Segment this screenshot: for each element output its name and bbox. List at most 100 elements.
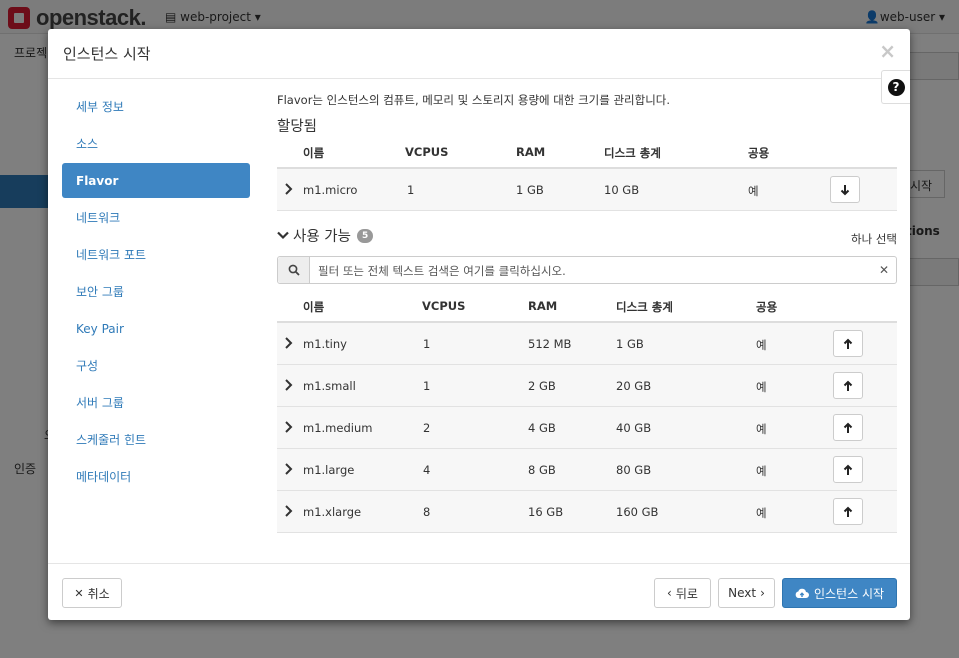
clear-search-icon[interactable]: ✕ [879, 263, 889, 277]
flavor-public: 예 [748, 184, 759, 198]
launch-instance-button[interactable]: 인스턴스 시작 [782, 578, 897, 608]
available-title: 사용 가능 [293, 229, 351, 245]
arrow-up-icon [843, 464, 853, 475]
arrow-up-icon [843, 422, 853, 433]
flavor-disk: 10 GB [604, 183, 640, 197]
column-public: 공용 [748, 146, 770, 160]
flavor-name: m1.large [303, 463, 355, 477]
wizard-step-metadata[interactable]: 메타데이터 [62, 459, 250, 494]
table-row: m1.xlarge 8 16 GB 160 GB 예 [277, 491, 897, 533]
flavor-vcpus: 2 [423, 421, 431, 435]
allocate-button[interactable] [833, 498, 863, 525]
wizard-step-label: Flavor [76, 173, 119, 188]
flavor-name: m1.tiny [303, 337, 347, 351]
cancel-button[interactable]: ✕ 취소 [62, 578, 122, 608]
chevron-right-icon[interactable] [285, 421, 293, 433]
launch-instance-modal: 인스턴스 시작 × ? 세부 정보 소스 Flavor 네트워크 네트워크 포트… [48, 29, 910, 620]
table-row: m1.small 1 2 GB 20 GB 예 [277, 365, 897, 407]
modal-footer: ✕ 취소 ‹ 뒤로 Next › 인스턴스 시작 [48, 563, 910, 620]
column-disk: 디스크 총계 [604, 146, 661, 160]
chevron-right-icon: › [760, 586, 765, 600]
search-input[interactable]: 필터 또는 전체 텍스트 검색은 여기를 클릭하십시오. ✕ [277, 256, 897, 284]
flavor-public: 예 [756, 506, 767, 520]
available-table-header: 이름 VCPUS RAM 디스크 총계 공용 [277, 293, 897, 323]
wizard-step-flavor[interactable]: Flavor [62, 163, 250, 198]
column-ram: RAM [516, 145, 546, 159]
allocate-button[interactable] [833, 372, 863, 399]
wizard-step-source[interactable]: 소스 [62, 126, 250, 161]
flavor-disk: 1 GB [616, 337, 644, 351]
column-vcpus: VCPUS [405, 145, 449, 159]
wizard-step-scheduler-hints[interactable]: 스케줄러 힌트 [62, 422, 250, 457]
flavor-ram: 1 GB [516, 183, 544, 197]
select-one-hint: 하나 선택 [851, 232, 897, 246]
allocate-button[interactable] [833, 414, 863, 441]
wizard-step-label: 네트워크 포트 [76, 248, 147, 262]
flavor-name: m1.xlarge [303, 505, 362, 519]
help-button[interactable]: ? [881, 70, 910, 104]
table-row: m1.medium 2 4 GB 40 GB 예 [277, 407, 897, 449]
allocate-button[interactable] [833, 330, 863, 357]
search-addon [278, 257, 310, 283]
wizard-step-label: 소스 [76, 137, 99, 151]
arrow-up-icon [843, 338, 853, 349]
wizard-step-label: Key Pair [76, 321, 124, 336]
flavor-description: Flavor는 인스턴스의 컴퓨트, 메모리 및 스토리지 용량에 대한 크기를… [277, 93, 671, 107]
flavor-public: 예 [756, 464, 767, 478]
flavor-name: m1.medium [303, 421, 373, 435]
modal-title: 인스턴스 시작 [63, 45, 151, 63]
wizard-step-networks[interactable]: 네트워크 [62, 200, 250, 235]
allocated-table-header: 이름 VCPUS RAM 디스크 총계 공용 [277, 139, 897, 169]
launch-label: 인스턴스 시작 [813, 586, 885, 601]
flavor-ram: 16 GB [528, 505, 564, 519]
flavor-disk: 20 GB [616, 379, 652, 393]
chevron-right-icon[interactable] [285, 379, 293, 391]
allocated-title: 할당됨 [277, 119, 318, 135]
wizard-nav: 세부 정보 소스 Flavor 네트워크 네트워크 포트 보안 그룹 Key P… [62, 89, 250, 496]
wizard-step-label: 세부 정보 [76, 100, 124, 114]
available-section-header[interactable]: 사용 가능 5 [277, 225, 374, 246]
search-icon [288, 264, 300, 276]
cloud-upload-icon [795, 588, 809, 598]
flavor-vcpus: 4 [423, 463, 431, 477]
chevron-left-icon: ‹ [667, 586, 672, 600]
flavor-disk: 80 GB [616, 463, 652, 477]
flavor-name: m1.small [303, 379, 356, 393]
chevron-right-icon[interactable] [285, 463, 293, 475]
wizard-step-label: 서버 그룹 [76, 396, 124, 410]
flavor-disk: 160 GB [616, 505, 659, 519]
column-name: 이름 [303, 146, 325, 160]
next-button[interactable]: Next › [718, 578, 775, 608]
wizard-step-configuration[interactable]: 구성 [62, 348, 250, 383]
table-row: m1.tiny 1 512 MB 1 GB 예 [277, 323, 897, 365]
wizard-step-network-ports[interactable]: 네트워크 포트 [62, 237, 250, 272]
column-ram: RAM [528, 299, 558, 313]
chevron-right-icon[interactable] [285, 505, 293, 517]
wizard-step-label: 스케줄러 힌트 [76, 433, 147, 447]
wizard-step-security-groups[interactable]: 보안 그룹 [62, 274, 250, 309]
flavor-vcpus: 8 [423, 505, 431, 519]
flavor-vcpus: 1 [423, 337, 431, 351]
wizard-step-details[interactable]: 세부 정보 [62, 89, 250, 124]
flavor-ram: 4 GB [528, 421, 556, 435]
column-disk: 디스크 총계 [616, 300, 673, 314]
chevron-right-icon[interactable] [285, 337, 293, 349]
flavor-name: m1.micro [303, 183, 358, 197]
flavor-public: 예 [756, 422, 767, 436]
flavor-vcpus: 1 [423, 379, 431, 393]
close-icon: ✕ [74, 586, 84, 600]
arrow-up-icon [843, 506, 853, 517]
allocate-button[interactable] [833, 456, 863, 483]
cancel-label: 취소 [87, 586, 110, 601]
chevron-right-icon[interactable] [285, 183, 293, 195]
back-button[interactable]: ‹ 뒤로 [654, 578, 711, 608]
wizard-step-key-pair[interactable]: Key Pair [62, 311, 250, 346]
column-vcpus: VCPUS [422, 299, 466, 313]
arrow-up-icon [843, 380, 853, 391]
column-public: 공용 [756, 300, 778, 314]
close-icon[interactable]: × [879, 39, 896, 63]
wizard-step-label: 보안 그룹 [76, 285, 124, 299]
deallocate-button[interactable] [830, 176, 860, 203]
next-label: Next [728, 586, 757, 600]
wizard-step-server-groups[interactable]: 서버 그룹 [62, 385, 250, 420]
